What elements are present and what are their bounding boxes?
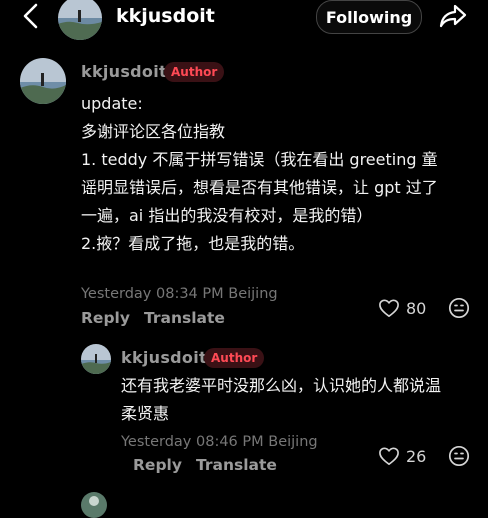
like-count: 80 — [406, 298, 427, 318]
heart-outline-icon — [379, 299, 399, 317]
comment-timestamp: Yesterday 08:34 PM Beijing — [81, 286, 278, 302]
following-button[interactable]: Following — [316, 0, 422, 34]
reply-username[interactable]: kkjusdoit — [121, 348, 207, 367]
emoji-face-icon — [448, 445, 470, 467]
reply-button[interactable]: Reply — [81, 309, 130, 327]
reply-avatar[interactable] — [81, 344, 111, 374]
comment-body: update: 多谢评论区各位指教 1. teddy 不属于拼写错误（我在看出 … — [81, 92, 438, 256]
back-button[interactable] — [16, 2, 46, 30]
translate-button[interactable]: Translate — [196, 456, 277, 474]
comment-line: update: — [81, 94, 143, 113]
translate-button[interactable]: Translate — [144, 309, 225, 327]
heart-outline-icon — [379, 447, 399, 465]
reply-line: 还有我老婆平时没那么凶，认识她的人都说温 — [121, 376, 442, 395]
next-comment-avatar[interactable] — [81, 492, 107, 518]
reply-button[interactable]: Reply — [133, 456, 182, 474]
author-badge: Author — [164, 62, 225, 82]
share-arrow-icon — [439, 4, 467, 28]
reply-timestamp: Yesterday 08:46 PM Beijing — [121, 434, 318, 450]
share-button[interactable] — [436, 2, 470, 30]
comment-line: 2.掖？看成了拖，也是我的错。 — [81, 234, 305, 253]
like-count: 26 — [406, 446, 427, 466]
like-button[interactable]: 26 — [378, 446, 426, 466]
comment-line: 1. teddy 不属于拼写错误（我在看出 greeting 童 — [81, 150, 438, 169]
comment-line: 一遍，ai 指出的我没有校对，是我的错） — [81, 206, 373, 225]
comment-avatar[interactable] — [20, 58, 66, 104]
emoji-face-icon — [448, 297, 470, 319]
comment-line: 多谢评论区各位指教 — [81, 122, 226, 141]
comment-username[interactable]: kkjusdoit — [81, 62, 167, 81]
emoji-react-button[interactable] — [448, 445, 470, 467]
like-button[interactable]: 80 — [378, 298, 426, 318]
reply-body: 还有我老婆平时没那么凶，认识她的人都说温 柔贤惠 — [121, 374, 441, 426]
reply-actions: Reply Translate — [133, 456, 291, 474]
reply-line: 柔贤惠 — [121, 404, 170, 423]
emoji-react-button[interactable] — [448, 297, 470, 319]
header-avatar[interactable] — [58, 0, 102, 40]
comment-actions: Reply Translate — [81, 309, 239, 327]
chevron-left-icon — [23, 3, 38, 29]
comment-line: 谣明显错误后，想看是否有其他错误，让 gpt 过了 — [81, 178, 438, 197]
author-badge: Author — [204, 348, 265, 368]
header-username[interactable]: kkjusdoit — [116, 2, 215, 30]
